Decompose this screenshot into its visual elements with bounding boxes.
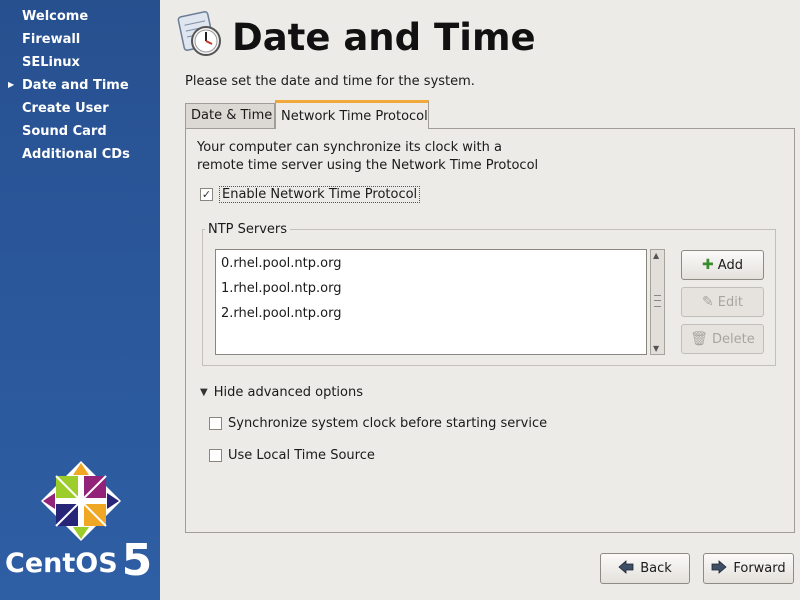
local-time-source-label[interactable]: Use Local Time Source: [228, 448, 375, 463]
sidebar-item-firewall: Firewall: [22, 32, 81, 47]
ntp-servers-legend: NTP Servers: [205, 222, 291, 237]
sidebar-item-sound-card: Sound Card: [22, 124, 107, 139]
list-item[interactable]: 2.rhel.pool.ntp.org: [216, 304, 646, 329]
advanced-options-label[interactable]: Hide advanced options: [214, 385, 363, 400]
scroll-down-arrow-icon[interactable]: ▼: [653, 344, 659, 353]
clock-calendar-icon: [177, 11, 221, 56]
trash-icon: 🗑: [690, 331, 709, 347]
server-list-scrollbar[interactable]: ▲ ▼: [650, 249, 665, 355]
add-server-label: Add: [717, 257, 743, 273]
back-arrow-icon: [618, 559, 634, 578]
local-time-source-row[interactable]: Use Local Time Source: [209, 448, 375, 463]
ntp-description-line-1: Your computer can synchronize its clock …: [197, 140, 502, 155]
centos-brand: CentOS 5: [5, 538, 152, 584]
edit-server-label: Edit: [717, 294, 743, 310]
plus-icon: ✚: [702, 257, 714, 273]
back-label: Back: [640, 561, 672, 576]
list-item[interactable]: 0.rhel.pool.ntp.org: [216, 254, 646, 279]
list-item[interactable]: 1.rhel.pool.ntp.org: [216, 279, 646, 304]
expander-down-arrow-icon[interactable]: ▼: [200, 387, 208, 398]
enable-ntp-label[interactable]: Enable Network Time Protocol: [219, 186, 421, 203]
forward-label: Forward: [733, 561, 786, 576]
ntp-description-line-2: remote time server using the Network Tim…: [197, 158, 539, 173]
ntp-description: Your computer can synchronize its clock …: [197, 139, 577, 175]
advanced-options-toggle[interactable]: ▼ Hide advanced options: [200, 385, 363, 400]
back-button[interactable]: Back: [600, 553, 690, 584]
sidebar-item-additional-cds: Additional CDs: [22, 147, 130, 162]
sidebar-item-welcome: Welcome: [22, 9, 89, 24]
sidebar: Welcome Firewall SELinux ▶ Date and Time…: [0, 0, 160, 600]
tab-network-time-protocol[interactable]: Network Time Protocol: [275, 100, 429, 129]
edit-server-button[interactable]: ✎ Edit: [681, 287, 764, 317]
tab-date-and-time[interactable]: Date & Time: [185, 103, 275, 128]
centos-logo-icon: [41, 461, 121, 541]
sidebar-item-create-user: Create User: [22, 101, 109, 116]
sidebar-item-selinux: SELinux: [22, 55, 80, 70]
add-server-button[interactable]: ✚ Add: [681, 250, 764, 280]
sync-clock-row[interactable]: Synchronize system clock before starting…: [209, 416, 547, 431]
forward-arrow-icon: [711, 559, 727, 578]
brand-word: CentOS: [5, 548, 118, 579]
sync-clock-checkbox[interactable]: [209, 417, 222, 430]
page-title: Date and Time: [232, 16, 536, 59]
local-time-source-checkbox[interactable]: [209, 449, 222, 462]
current-step-arrow-icon: ▶: [8, 80, 15, 89]
ntp-server-list[interactable]: 0.rhel.pool.ntp.org 1.rhel.pool.ntp.org …: [215, 249, 647, 355]
delete-server-button[interactable]: 🗑 Delete: [681, 324, 764, 354]
delete-server-label: Delete: [712, 331, 755, 347]
scroll-up-arrow-icon[interactable]: ▲: [653, 251, 659, 260]
sidebar-item-date-and-time: Date and Time: [22, 78, 129, 93]
edit-icon: ✎: [702, 294, 714, 310]
scrollbar-grip-icon: [654, 295, 661, 307]
enable-ntp-checkbox[interactable]: ✓: [200, 188, 213, 201]
enable-ntp-row[interactable]: ✓ Enable Network Time Protocol: [200, 186, 421, 203]
page-subtitle: Please set the date and time for the sys…: [185, 74, 475, 89]
sync-clock-label[interactable]: Synchronize system clock before starting…: [228, 416, 547, 431]
brand-version: 5: [121, 535, 153, 586]
forward-button[interactable]: Forward: [703, 553, 794, 584]
